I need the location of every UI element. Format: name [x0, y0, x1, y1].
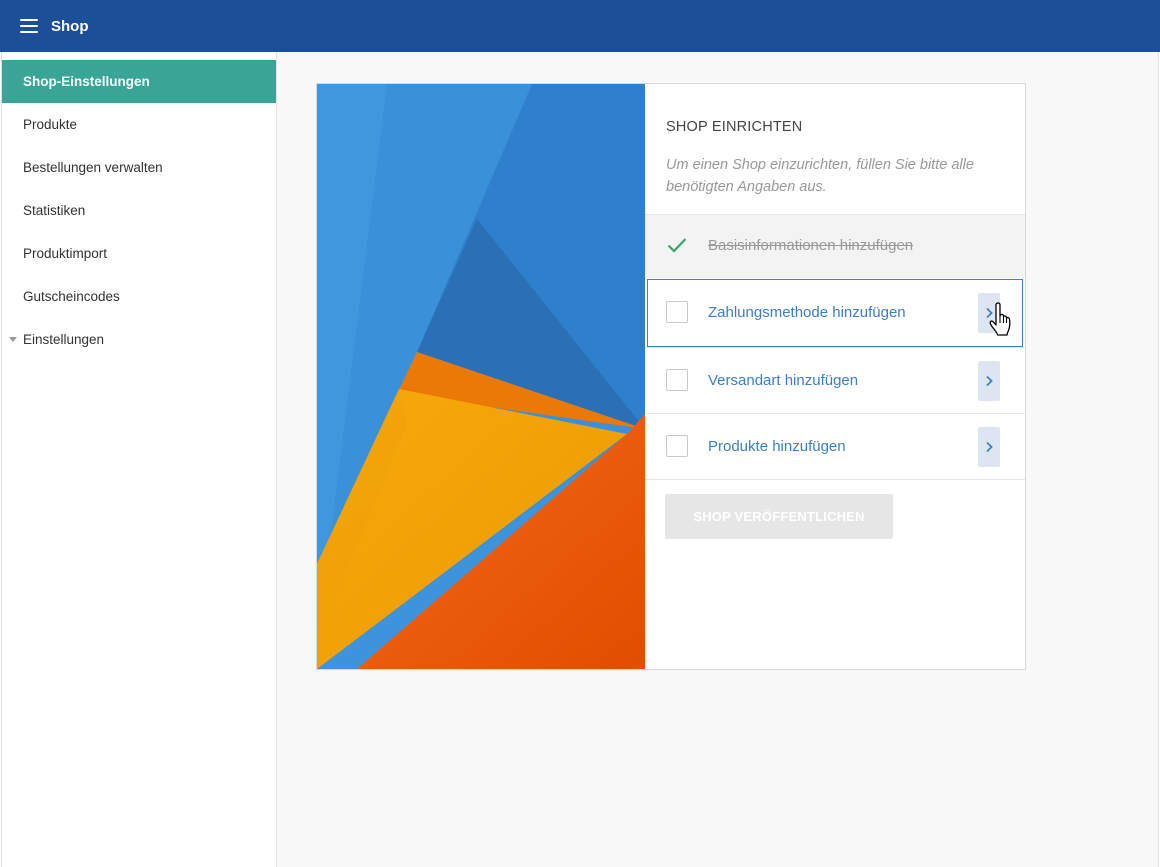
sidebar-item-label: Shop-Einstellungen — [23, 74, 150, 89]
sidebar-item-label: Produktimport — [23, 246, 108, 261]
step-label[interactable]: Produkte hinzufügen — [708, 438, 846, 455]
sidebar-item-label: Statistiken — [23, 203, 86, 218]
hand-pointer-cursor-icon — [989, 302, 1011, 336]
setup-description: Um einen Shop einzurichten, füllen Sie b… — [666, 157, 974, 195]
sidebar-item-label: Einstellungen — [23, 332, 105, 347]
step-open-button[interactable] — [978, 361, 1000, 401]
sidebar-item-einstellungen[interactable]: Einstellungen — [2, 318, 276, 361]
sidebar-item-statistiken[interactable]: Statistiken — [2, 189, 276, 232]
sidebar-item-label: Gutscheincodes — [23, 289, 120, 304]
caret-down-icon — [9, 337, 17, 342]
sidebar-nav: Shop-Einstellungen Produkte Bestellungen… — [1, 52, 277, 867]
app-header: Shop — [0, 0, 1160, 52]
step-checkbox[interactable] — [666, 301, 688, 323]
decorative-material-image — [317, 84, 645, 669]
sidebar-item-shop-einstellungen[interactable]: Shop-Einstellungen — [2, 60, 276, 103]
step-label[interactable]: Zahlungsmethode hinzufügen — [708, 304, 906, 321]
sidebar-item-gutscheincodes[interactable]: Gutscheincodes — [2, 275, 276, 318]
setup-panel: SHOP EINRICHTEN Um einen Shop einzuricht… — [645, 84, 1025, 669]
sidebar-item-bestellungen-verwalten[interactable]: Bestellungen verwalten — [2, 146, 276, 189]
step-open-button[interactable] — [978, 427, 1000, 467]
shop-setup-card: SHOP EINRICHTEN Um einen Shop einzuricht… — [316, 83, 1026, 670]
setup-title: SHOP EINRICHTEN — [666, 119, 803, 135]
sidebar-item-label: Produkte — [23, 117, 78, 132]
publish-shop-button[interactable]: SHOP VERÖFFENTLICHEN — [665, 494, 893, 539]
sidebar-item-produktimport[interactable]: Produktimport — [2, 232, 276, 275]
checkmark-icon — [667, 238, 687, 253]
setup-step-basisinformationen: Basisinformationen hinzufügen — [645, 214, 1025, 278]
app-title: Shop — [51, 17, 89, 35]
step-label: Basisinformationen hinzufügen — [708, 237, 914, 254]
chevron-right-icon — [986, 375, 993, 387]
step-checkbox[interactable] — [666, 369, 688, 391]
setup-step-zahlungsmethode[interactable]: Zahlungsmethode hinzufügen — [645, 278, 1025, 348]
step-checkbox[interactable] — [666, 435, 688, 457]
sidebar-item-produkte[interactable]: Produkte — [2, 103, 276, 146]
hamburger-menu-icon[interactable] — [20, 19, 38, 33]
setup-step-produkte[interactable]: Produkte hinzufügen — [645, 414, 1025, 480]
setup-step-versandart[interactable]: Versandart hinzufügen — [645, 348, 1025, 414]
sidebar-item-label: Bestellungen verwalten — [23, 160, 163, 175]
chevron-right-icon — [986, 441, 993, 453]
step-label[interactable]: Versandart hinzufügen — [708, 372, 858, 389]
